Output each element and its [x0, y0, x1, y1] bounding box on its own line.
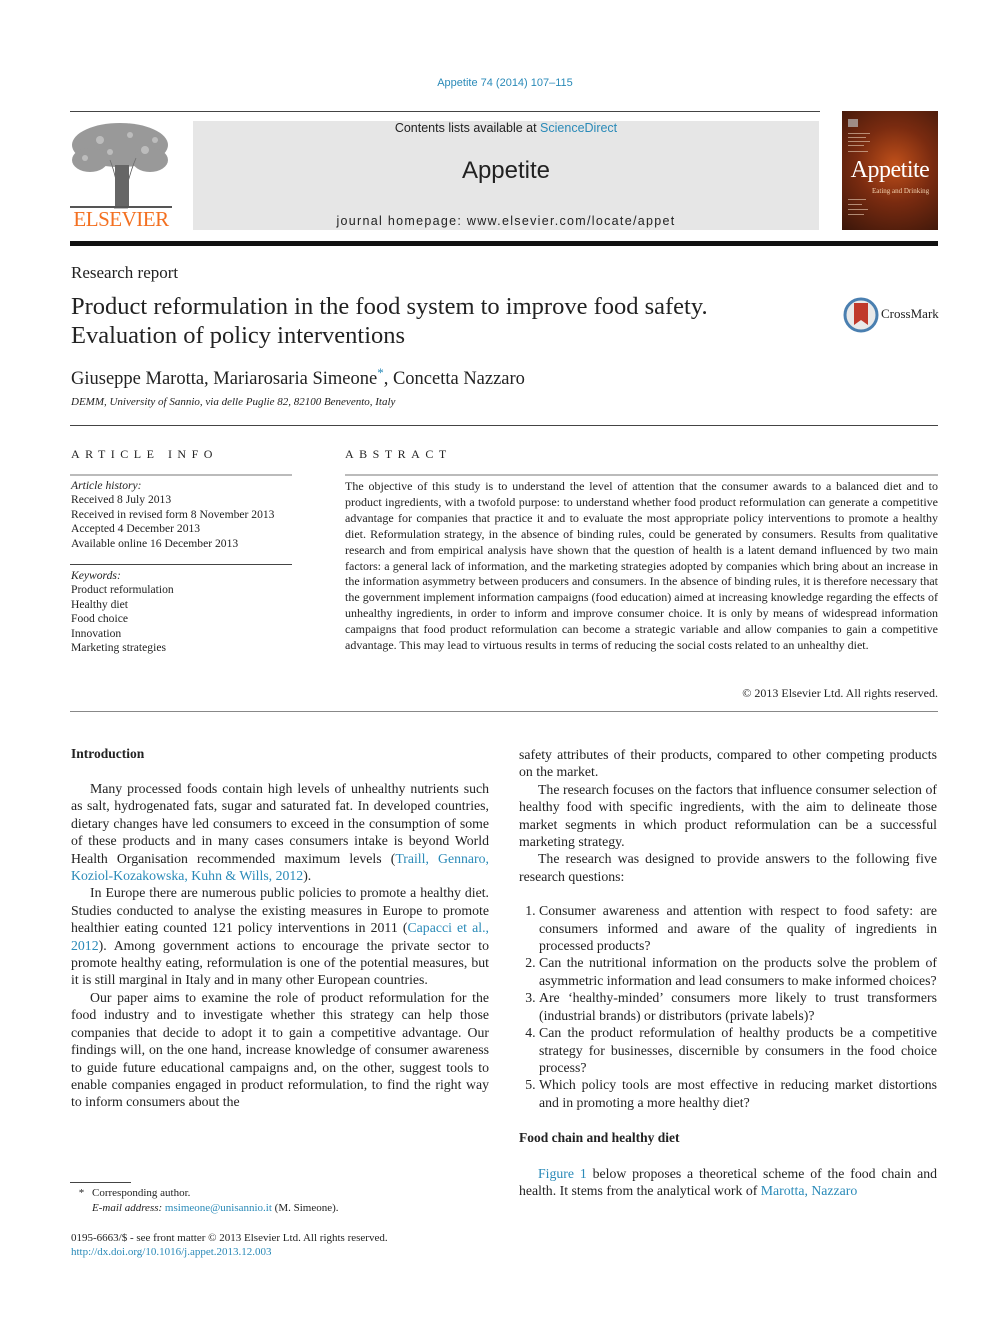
email-label: E-mail address: [92, 1202, 163, 1214]
left-column: Many processed foods contain high levels… [71, 780, 489, 1111]
footnote-rule [70, 1182, 131, 1183]
affiliation: DEMM, University of Sannio, via delle Pu… [71, 396, 396, 408]
elsevier-wordmark: ELSEVIER [73, 207, 169, 231]
authors-first: Giuseppe Marotta, Mariarosaria Simeone [71, 369, 378, 390]
header-thick-rule [70, 241, 938, 246]
keyword-item: Product reformulation [71, 583, 174, 597]
front-matter: 0195-6663/$ - see front matter © 2013 El… [71, 1231, 388, 1259]
history-item: Received in revised form 8 November 2013 [71, 507, 275, 521]
footnote-mark: * [78, 1187, 85, 1199]
keyword-item: Marketing strategies [71, 641, 166, 655]
doi-link[interactable]: http://dx.doi.org/10.1016/j.appet.2013.1… [71, 1245, 388, 1259]
research-question: Are ‘healthy-minded’ consumers more like… [539, 989, 937, 1024]
paragraph: Many processed foods contain high levels… [71, 780, 489, 884]
footnote: * Corresponding author. E-mail address: m… [71, 1186, 339, 1216]
paragraph: Figure 1 below proposes a theoretical sc… [519, 1165, 937, 1200]
paragraph: Our paper aims to examine the role of pr… [71, 989, 489, 1110]
keywords-label: Keywords: [71, 569, 121, 582]
journal-citation-link[interactable]: Appetite 74 (2014) 107–115 [0, 77, 992, 89]
food-chain-heading: Food chain and healthy diet [519, 1130, 680, 1146]
author-list: Giuseppe Marotta, Mariarosaria Simeone*,… [71, 365, 525, 390]
paragraph: The research focuses on the factors that… [519, 781, 937, 850]
keyword-item: Food choice [71, 612, 128, 626]
abstract-bottom-rule [70, 711, 938, 712]
contents-line: Contents lists available at ScienceDirec… [193, 121, 819, 135]
research-questions-list: Consumer awareness and attention with re… [519, 902, 937, 1111]
journal-name: Appetite [461, 157, 551, 184]
research-question: Can the nutritional information on the p… [539, 954, 937, 989]
figure-link[interactable]: Figure 1 [538, 1166, 587, 1181]
article-history: Article history: Received 8 July 2013 Re… [71, 479, 274, 551]
crossmark-label: CrossMark [881, 306, 939, 321]
keywords-rule [70, 564, 292, 565]
keywords: Keywords: Product reformulation Healthy … [71, 569, 174, 655]
article-title: Product reformulation in the food system… [71, 293, 708, 349]
journal-banner: Contents lists available at ScienceDirec… [193, 121, 819, 230]
paragraph: In Europe there are numerous public poli… [71, 884, 489, 988]
cover-subtitle: Eating and Drinking [872, 187, 930, 195]
journal-cover-image[interactable]: Appetite Eating and Drinking [842, 111, 938, 230]
keyword-item: Innovation [71, 626, 122, 640]
journal-homepage-link[interactable]: journal homepage: www.elsevier.com/locat… [193, 214, 819, 228]
paragraph-text: ). [303, 868, 312, 884]
research-question: Consumer awareness and attention with re… [539, 902, 937, 954]
abstract-heading: ABSTRACT [345, 447, 452, 461]
history-label: Article history: [71, 479, 142, 492]
authors-last: , Concetta Nazzaro [383, 369, 525, 390]
keyword-item: Healthy diet [71, 597, 128, 611]
elsevier-tree-icon [70, 123, 172, 209]
crossmark-icon [843, 297, 879, 333]
history-item: Available online 16 December 2013 [71, 536, 239, 550]
abstract-text: The objective of this study is to unders… [345, 479, 938, 653]
email-suffix: (M. Simeone). [271, 1202, 339, 1214]
research-question: Which policy tools are most effective in… [539, 1076, 937, 1111]
cover-title: Appetite [850, 157, 930, 183]
email-link[interactable]: msimeone@unisannio.it [165, 1202, 272, 1214]
right-column: safety attributes of their products, com… [519, 746, 937, 1199]
elsevier-logo[interactable]: ELSEVIER [70, 120, 172, 232]
crossmark-button[interactable]: CrossMark [843, 297, 943, 333]
history-item: Accepted 4 December 2013 [71, 522, 201, 536]
article-info-rule [70, 474, 292, 476]
paragraph: safety attributes of their products, com… [519, 747, 937, 780]
issn-line: 0195-6663/$ - see front matter © 2013 El… [71, 1232, 388, 1244]
article-type: Research report [71, 263, 179, 282]
article-info-heading: ARTICLE INFO [71, 447, 218, 461]
sciencedirect-link[interactable]: ScienceDirect [540, 121, 617, 135]
header-rule [70, 111, 820, 112]
paragraph: The research was designed to provide ans… [519, 851, 937, 884]
corresponding-note: * Corresponding author. [71, 1186, 339, 1201]
paragraph-text: ). Among government actions to encourage… [71, 937, 489, 988]
introduction-heading: Introduction [71, 746, 145, 761]
research-question: Can the product reformulation of healthy… [539, 1024, 937, 1076]
contents-prefix: Contents lists available at [394, 121, 541, 135]
abstract-rule [345, 474, 938, 476]
email-line: E-mail address: msimeone@unisannio.it (M… [71, 1201, 339, 1216]
history-item: Received 8 July 2013 [71, 493, 172, 507]
citation-link[interactable]: Marotta, Nazzaro [761, 1183, 858, 1198]
corresponding-text: Corresponding author. [92, 1187, 191, 1199]
abstract-copyright: © 2013 Elsevier Ltd. All rights reserved… [742, 686, 938, 700]
title-rule [70, 425, 938, 426]
